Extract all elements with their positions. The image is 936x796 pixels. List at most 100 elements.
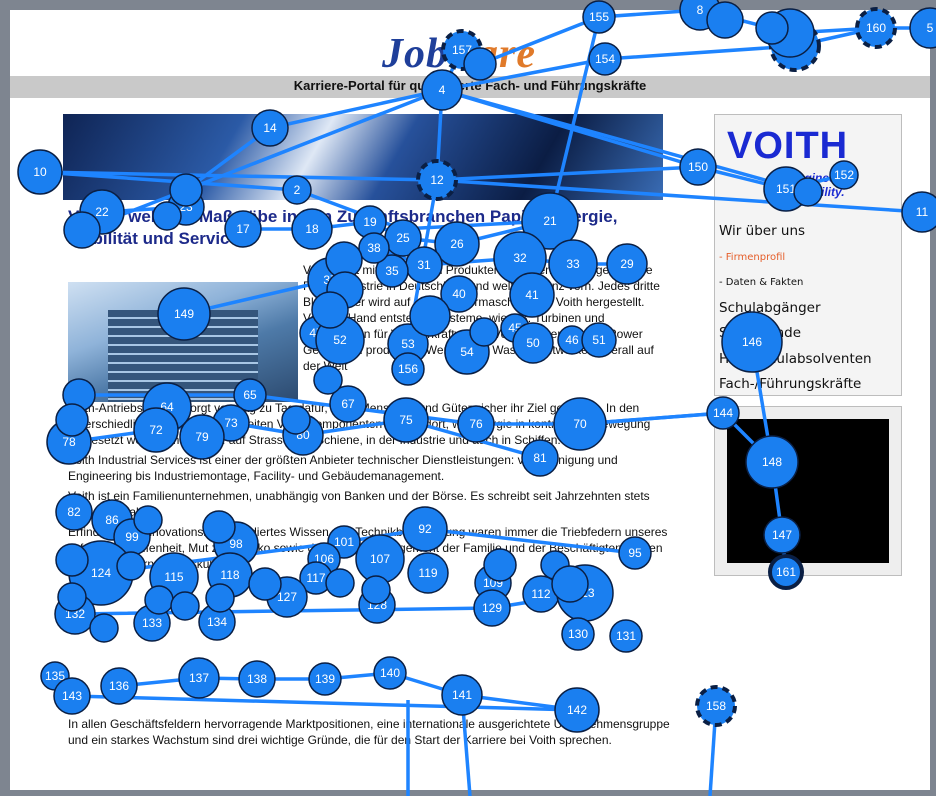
fixation-circle: 11 bbox=[901, 191, 936, 233]
fixation-circle bbox=[463, 47, 497, 81]
fixation-number: 158 bbox=[706, 699, 726, 713]
fixation-circle: 131 bbox=[609, 619, 643, 653]
fixation-number: 38 bbox=[367, 241, 381, 255]
fixation-number: 5 bbox=[927, 21, 934, 35]
fixation-number: 29 bbox=[620, 257, 634, 271]
fixation-number: 12 bbox=[430, 173, 444, 187]
fixation-circle: 82 bbox=[55, 493, 93, 531]
fixation-circle: 149 bbox=[157, 287, 211, 341]
fixation-circle: 41 bbox=[509, 272, 555, 318]
fixation-circle: 130 bbox=[561, 617, 595, 651]
fixation-circle bbox=[63, 211, 101, 249]
fixation-circle bbox=[483, 548, 517, 582]
fixation-number: 115 bbox=[164, 570, 183, 584]
fixation-circle: 140 bbox=[373, 656, 407, 690]
fixation-circle: 18 bbox=[291, 208, 333, 250]
fixation-number: 76 bbox=[469, 417, 483, 431]
fixation-number: 148 bbox=[762, 455, 782, 469]
fixation-circle: 76 bbox=[457, 405, 495, 443]
fixation-circle: 95 bbox=[618, 536, 652, 570]
fixation-number: 107 bbox=[370, 552, 390, 566]
fixation-circle: 29 bbox=[606, 243, 648, 285]
fixation-circle: 72 bbox=[133, 407, 179, 453]
fixation-circle: 14 bbox=[251, 109, 289, 147]
fixation-number: 139 bbox=[315, 672, 335, 686]
fixation-number: 99 bbox=[125, 530, 139, 544]
fixation-number: 52 bbox=[333, 333, 347, 347]
saccade-line bbox=[80, 88, 443, 232]
fixation-number: 147 bbox=[772, 528, 792, 542]
fixation-circle: 156 bbox=[391, 352, 425, 386]
fixation-circle: 10 bbox=[17, 149, 63, 195]
fixation-circle: 146 bbox=[721, 311, 783, 373]
fixation-number: 136 bbox=[109, 679, 129, 693]
fixation-number: 17 bbox=[236, 222, 250, 236]
fixation-circle bbox=[706, 1, 744, 39]
fixation-circle: 150 bbox=[679, 148, 717, 186]
fixation-circle bbox=[202, 510, 236, 544]
fixation-circle: 141 bbox=[441, 674, 483, 716]
fixation-circle bbox=[325, 568, 355, 598]
fixation-number: 149 bbox=[174, 307, 194, 321]
fixation-number: 41 bbox=[525, 288, 539, 302]
fixation-number: 8 bbox=[697, 3, 704, 17]
fixation-circle bbox=[551, 565, 589, 603]
fixation-circle: 31 bbox=[405, 246, 443, 284]
fixation-number: 143 bbox=[62, 689, 82, 703]
fixation-number: 67 bbox=[341, 397, 355, 411]
fixation-circle: 136 bbox=[100, 667, 138, 705]
fixation-number: 26 bbox=[450, 237, 464, 251]
fixation-number: 130 bbox=[568, 627, 588, 641]
fixation-number: 141 bbox=[452, 688, 472, 702]
fixation-circle bbox=[55, 543, 89, 577]
fixation-number: 112 bbox=[531, 587, 550, 601]
fixation-number: 32 bbox=[513, 251, 527, 265]
fixation-number: 124 bbox=[91, 566, 111, 580]
fixation-circle bbox=[409, 295, 451, 337]
fixation-number: 118 bbox=[220, 568, 239, 582]
fixation-circle: 107 bbox=[355, 534, 405, 584]
fixation-number: 10 bbox=[33, 165, 47, 179]
fixation-number: 150 bbox=[688, 160, 708, 174]
fixation-circle: 50 bbox=[512, 322, 554, 364]
fixation-number: 53 bbox=[401, 337, 415, 351]
fixation-number: 19 bbox=[363, 215, 377, 229]
fixation-number: 95 bbox=[628, 546, 642, 560]
fixation-number: 22 bbox=[95, 205, 109, 219]
fixation-circle bbox=[55, 403, 89, 437]
fixation-number: 33 bbox=[566, 257, 580, 271]
fixation-circle: 147 bbox=[763, 516, 801, 554]
fixation-number: 11 bbox=[916, 205, 929, 219]
fixation-number: 46 bbox=[565, 333, 579, 347]
fixation-circle: 81 bbox=[521, 439, 559, 477]
fixation-number: 101 bbox=[334, 535, 354, 549]
fixation-number: 142 bbox=[567, 703, 587, 717]
fixation-number: 4 bbox=[439, 83, 446, 97]
fixation-number: 127 bbox=[277, 590, 297, 604]
fixation-number: 81 bbox=[533, 451, 547, 465]
gaze-fixation-overlay: 2458101112131417181921222325262931323335… bbox=[17, 0, 936, 796]
fixation-number: 134 bbox=[207, 615, 227, 629]
fixation-circle bbox=[469, 317, 499, 347]
fixation-number: 51 bbox=[592, 333, 606, 347]
fixation-circle: 158 bbox=[695, 685, 737, 727]
fixation-circle: 17 bbox=[224, 210, 262, 248]
fixation-number: 131 bbox=[616, 629, 636, 643]
fixation-circle: 154 bbox=[588, 42, 622, 76]
fixation-circle: 139 bbox=[308, 662, 342, 696]
fixation-circle: 119 bbox=[407, 552, 449, 594]
fixation-number: 2 bbox=[294, 183, 301, 197]
fixation-number: 117 bbox=[306, 571, 325, 585]
fixation-number: 119 bbox=[418, 566, 437, 580]
fixation-number: 82 bbox=[67, 505, 81, 519]
fixation-number: 72 bbox=[149, 423, 163, 437]
fixation-circle: 148 bbox=[745, 435, 799, 489]
fixation-number: 154 bbox=[595, 52, 615, 66]
fixation-circle: 144 bbox=[706, 396, 740, 430]
fixation-number: 138 bbox=[247, 672, 267, 686]
fixation-circle: 137 bbox=[178, 657, 220, 699]
fixation-circle: 12 bbox=[416, 159, 458, 201]
fixation-circle bbox=[248, 567, 282, 601]
fixation-circle: 75 bbox=[383, 397, 429, 443]
fixation-number: 78 bbox=[62, 435, 76, 449]
